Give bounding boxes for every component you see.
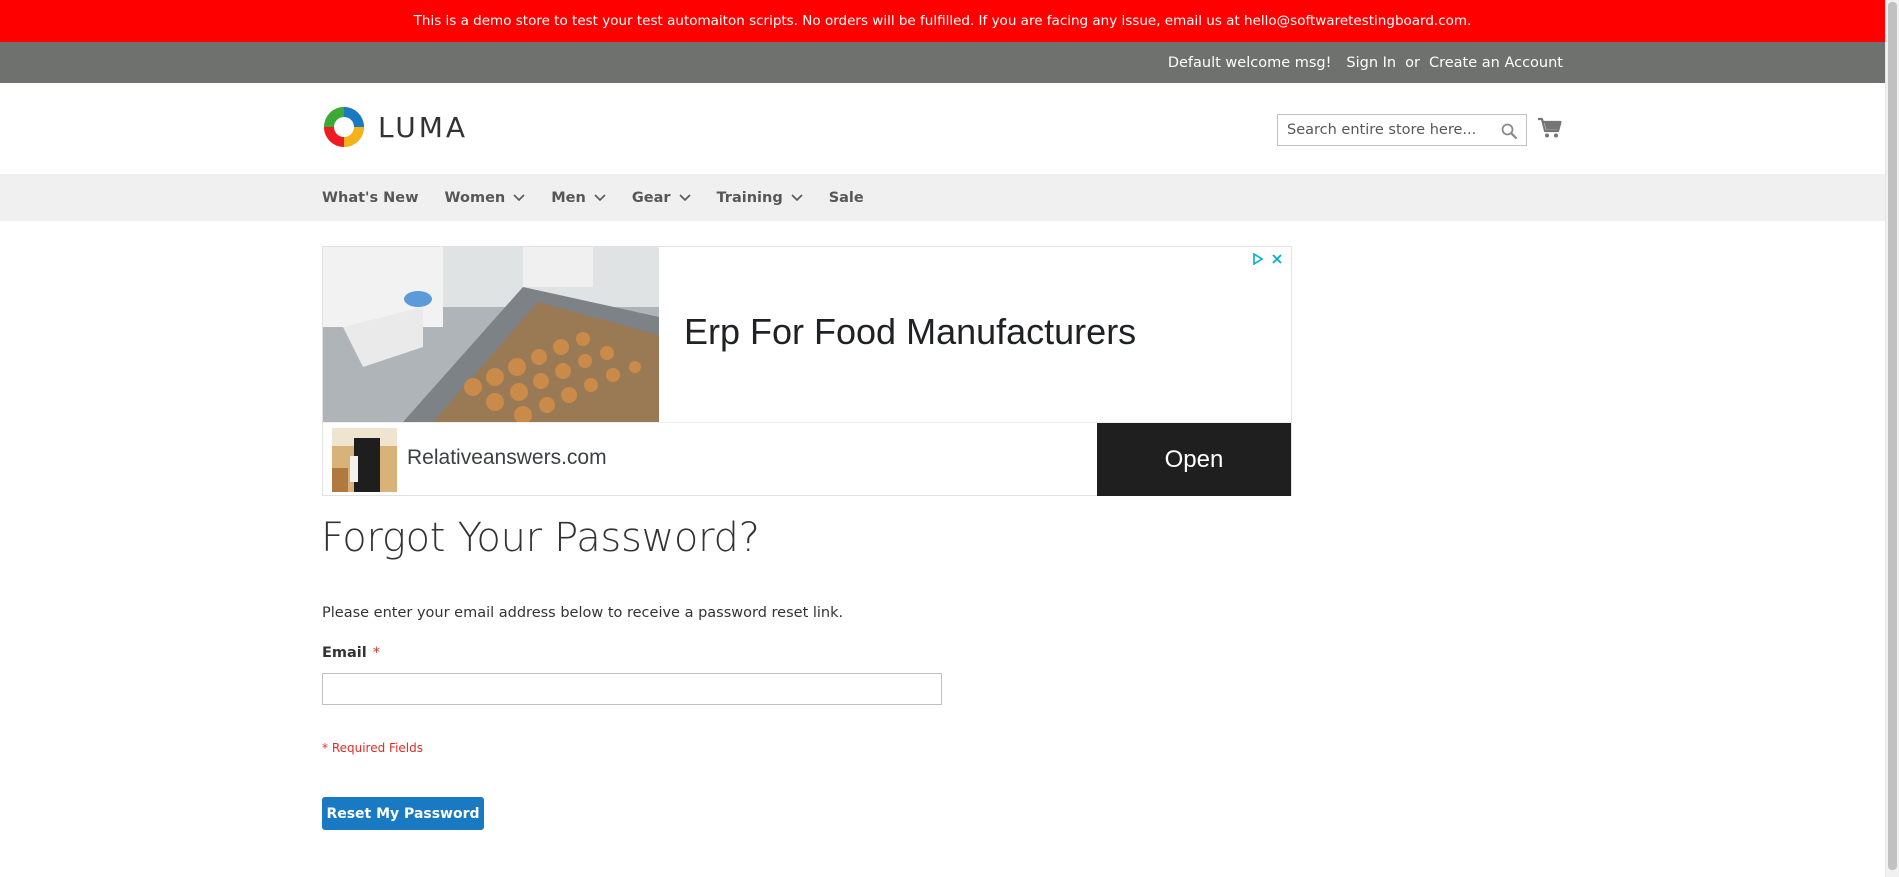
advertisement[interactable]: Erp For Food Manufacturers Relativeanswe… xyxy=(322,246,1292,496)
welcome-message: Default welcome msg! xyxy=(1167,54,1332,71)
chevron-down-icon xyxy=(678,193,691,201)
ad-choices-icon[interactable] xyxy=(1252,250,1264,269)
ad-image-food-production-line xyxy=(323,247,659,422)
luma-logo-text: LUMA xyxy=(378,110,469,144)
chevron-down-icon xyxy=(791,193,803,201)
nav-item-label: What's New xyxy=(322,189,419,206)
demo-notice-banner: This is a demo store to test your test a… xyxy=(0,0,1885,42)
luma-logo-icon xyxy=(324,107,364,147)
or-separator: or xyxy=(1405,54,1420,71)
email-label-text: Email xyxy=(322,645,367,661)
header-links: Default welcome msg! Sign In or Create a… xyxy=(1168,42,1563,83)
ad-open-button[interactable]: Open xyxy=(1097,423,1291,496)
close-icon[interactable] xyxy=(1271,250,1283,269)
search-box xyxy=(1277,114,1527,146)
demo-notice-text: This is a demo store to test your test a… xyxy=(413,13,1472,29)
required-fields-note: * Required Fields xyxy=(322,741,423,755)
search-input[interactable] xyxy=(1278,115,1526,145)
email-label: Email * xyxy=(322,645,380,661)
nav-item-sale[interactable]: Sale xyxy=(829,190,864,206)
email-field-wrapper xyxy=(322,673,942,705)
page-title: Forgot Your Password? xyxy=(321,515,760,561)
ad-choices xyxy=(1252,250,1283,269)
scrollbar-thumb[interactable] xyxy=(1888,2,1897,870)
ad-advertiser-name[interactable]: Relativeanswers.com xyxy=(407,446,607,470)
ad-headline[interactable]: Erp For Food Manufacturers xyxy=(684,311,1136,353)
page-scrollbar[interactable] xyxy=(1885,0,1899,877)
nav-item-label: Men xyxy=(551,189,586,206)
header-content: LUMA xyxy=(0,83,1885,174)
chevron-down-icon xyxy=(594,193,606,201)
sign-in-link[interactable]: Sign In xyxy=(1346,55,1396,71)
top-panel-header: Default welcome msg! Sign In or Create a… xyxy=(0,42,1885,83)
ad-advertiser-thumbnail xyxy=(332,428,397,492)
luma-logo[interactable]: LUMA xyxy=(322,105,468,149)
nav-item-gear[interactable]: Gear xyxy=(632,190,691,206)
reset-password-button[interactable]: Reset My Password xyxy=(322,797,484,830)
nav-item-label: Sale xyxy=(828,189,864,206)
nav-item-women[interactable]: Women xyxy=(445,190,526,206)
search-icon[interactable] xyxy=(1501,123,1517,139)
required-asterisk: * xyxy=(372,645,380,661)
nav-item-whats-new[interactable]: What's New xyxy=(322,190,419,206)
main-navigation: What's New Women Men Gear Training Sale xyxy=(0,174,1885,221)
form-instructions: Please enter your email address below to… xyxy=(322,605,844,621)
nav-item-label: Gear xyxy=(631,189,671,206)
nav-item-men[interactable]: Men xyxy=(551,190,606,206)
email-field[interactable] xyxy=(323,674,941,704)
chevron-down-icon xyxy=(513,193,525,201)
cart-icon[interactable] xyxy=(1537,116,1562,140)
ad-footer: Relativeanswers.com Open xyxy=(323,422,1291,496)
nav-item-label: Training xyxy=(716,189,783,206)
create-account-link[interactable]: Create an Account xyxy=(1429,55,1563,71)
nav-items: What's New Women Men Gear Training Sale xyxy=(322,174,890,221)
nav-item-training[interactable]: Training xyxy=(717,190,803,206)
nav-item-label: Women xyxy=(444,189,506,206)
